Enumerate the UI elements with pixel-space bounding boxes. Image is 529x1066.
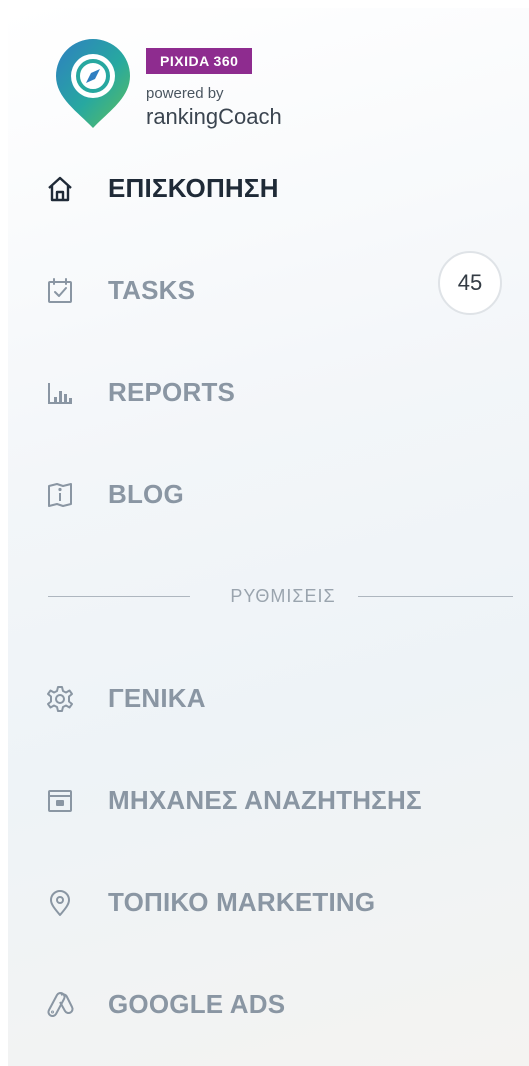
nav-item-reports[interactable]: REPORTS (8, 360, 529, 424)
settings-section-title: ΡΥΘΜΙΣΕΙΣ (230, 586, 336, 606)
sidebar: PIXIDA 360 powered by rankingCoach ΕΠΙΣΚ… (8, 8, 529, 1066)
nav-label-tasks: TASKS (108, 275, 196, 305)
nav-item-local-marketing[interactable]: ΤΟΠΙΚΟ MARKETING (8, 870, 529, 934)
nav-label-blog: BLOG (108, 479, 184, 509)
location-pin-icon (50, 890, 70, 916)
divider-line-right (358, 596, 513, 597)
browser-window-icon (48, 790, 72, 812)
nav-item-general[interactable]: ΓΕΝΙΚΑ (8, 666, 529, 730)
gear-icon (47, 686, 73, 712)
product-badge: PIXIDA 360 (146, 48, 253, 74)
home-icon (48, 176, 72, 202)
nav-label-reports: REPORTS (108, 377, 236, 407)
nav-label-local-marketing: ΤΟΠΙΚΟ MARKETING (108, 887, 376, 917)
calendar-check-icon (48, 278, 72, 303)
bar-chart-icon (48, 383, 72, 404)
nav-label-search-engines: ΜΗΧΑΝΕΣ ΑΝΑΖΗΤΗΣΗΣ (108, 785, 422, 815)
powered-by-text: powered by (146, 85, 224, 102)
nav-label-general: ΓΕΝΙΚΑ (108, 683, 206, 713)
nav-item-google-ads[interactable]: GOOGLE ADS (8, 972, 529, 1036)
nav-label-overview: ΕΠΙΣΚΟΠΗΣΗ (108, 173, 279, 203)
nav-label-google-ads: GOOGLE ADS (108, 989, 286, 1019)
google-ads-icon (47, 992, 74, 1017)
pixida-logo-icon (56, 39, 130, 128)
nav-item-search-engines[interactable]: ΜΗΧΑΝΕΣ ΑΝΑΖΗΤΗΣΗΣ (8, 768, 529, 832)
book-icon (48, 483, 72, 507)
divider-line-left (48, 596, 190, 597)
settings-divider: ΡΥΘΜΙΣΕΙΣ (48, 584, 513, 608)
nav-item-blog[interactable]: BLOG (8, 462, 529, 526)
nav-item-overview[interactable]: ΕΠΙΣΚΟΠΗΣΗ (8, 156, 529, 220)
brand-name: rankingCoach (146, 104, 282, 129)
logo[interactable]: PIXIDA 360 powered by rankingCoach (48, 32, 308, 142)
tasks-count-badge: 45 (438, 251, 502, 315)
